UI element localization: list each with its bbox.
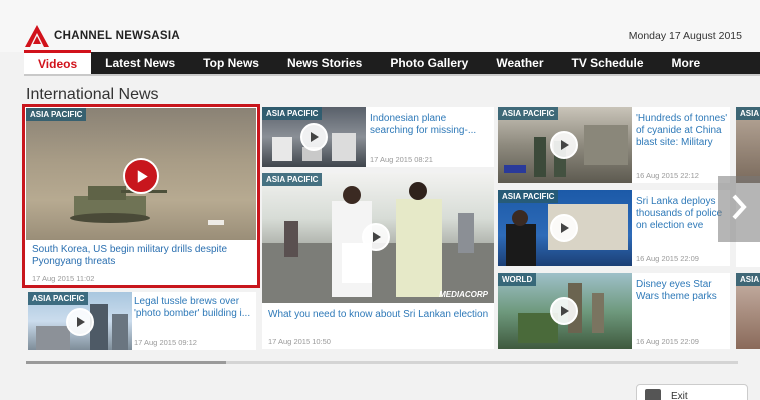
play-icon[interactable] (550, 297, 578, 325)
category-badge: ASIA PACIFIC (498, 190, 559, 203)
brand-name: CHANNEL NEWSASIA (54, 30, 180, 42)
play-icon[interactable] (66, 308, 94, 336)
video-card[interactable]: ASIA PACIFIC Indonesian plane searching … (262, 107, 494, 167)
video-title: Indonesian plane searching for missing-.… (370, 113, 477, 136)
video-title: Legal tussle brews over 'photo bomber' b… (134, 296, 251, 319)
watermark: MEDIACORP (439, 290, 488, 299)
exit-label: Exit (671, 390, 688, 400)
exit-button[interactable]: Exit (636, 384, 748, 400)
tab-weather[interactable]: Weather (482, 52, 557, 74)
video-timestamp: 17 Aug 2015 11:02 (32, 274, 95, 283)
video-card-partial[interactable]: ASIA (736, 273, 760, 349)
video-thumbnail: ASIA PACIFIC (28, 292, 132, 350)
logo: CHANNEL NEWSASIA (24, 24, 180, 48)
video-thumbnail: ASIA PACIFIC (26, 108, 256, 240)
video-thumbnail: ASIA PACIFIC MEDIACORP (262, 173, 494, 303)
play-icon[interactable] (550, 214, 578, 242)
video-card[interactable]: ASIA PACIFIC 'Hundreds of tonnes' of cya… (498, 107, 730, 183)
category-badge: ASIA PACIFIC (26, 108, 87, 121)
category-badge: WORLD (498, 273, 537, 286)
video-thumbnail: WORLD (498, 273, 632, 349)
tab-more[interactable]: More (658, 52, 715, 74)
video-thumbnail: ASIA (736, 107, 760, 183)
tab-tv-schedule[interactable]: TV Schedule (558, 52, 658, 74)
video-timestamp: 17 Aug 2015 08:21 (370, 155, 433, 164)
video-card[interactable]: WORLD Disney eyes Star Wars theme parks … (498, 273, 730, 349)
category-badge: ASIA (736, 107, 760, 120)
video-thumbnail: ASIA PACIFIC (498, 190, 632, 266)
play-icon[interactable] (300, 123, 328, 151)
video-thumbnail: ASIA PACIFIC (498, 107, 632, 183)
current-date: Monday 17 August 2015 (628, 30, 742, 42)
video-thumbnail: ASIA PACIFIC (262, 107, 366, 167)
video-title: What you need to know about Sri Lankan e… (268, 309, 489, 320)
video-timestamp: 17 Aug 2015 10:50 (268, 337, 331, 346)
tab-photo-gallery[interactable]: Photo Gallery (376, 52, 482, 74)
play-icon[interactable] (362, 223, 390, 251)
logo-mark-icon (24, 24, 50, 48)
header: CHANNEL NEWSASIA Monday 17 August 2015 (0, 0, 760, 52)
video-timestamp: 16 Aug 2015 22:09 (636, 254, 699, 263)
video-card-selected[interactable]: ASIA PACIFIC South Korea, US begin milit… (22, 104, 260, 288)
video-title: South Korea, US begin military drills de… (32, 244, 228, 267)
next-page-button[interactable] (718, 176, 760, 242)
category-badge: ASIA PACIFIC (498, 107, 559, 120)
exit-icon (645, 389, 661, 400)
scrollbar-thumb[interactable] (26, 361, 226, 364)
category-badge: ASIA PACIFIC (262, 173, 323, 186)
video-timestamp: 16 Aug 2015 22:09 (636, 337, 699, 346)
video-title: Sri Lanka deploys thousands of police on… (636, 196, 723, 231)
video-thumbnail: ASIA (736, 273, 760, 349)
play-icon[interactable] (123, 158, 159, 194)
category-badge: ASIA (736, 273, 760, 286)
tab-latest-news[interactable]: Latest News (91, 52, 189, 74)
tab-news-stories[interactable]: News Stories (273, 52, 376, 74)
video-title: 'Hundreds of tonnes' of cyanide at China… (636, 113, 728, 148)
video-timestamp: 17 Aug 2015 09:12 (134, 338, 197, 347)
horizontal-scrollbar[interactable] (26, 361, 738, 364)
category-badge: ASIA PACIFIC (28, 292, 89, 305)
video-title: Disney eyes Star Wars theme parks (636, 279, 717, 302)
video-card[interactable]: ASIA PACIFIC MEDIACORP What you need to … (262, 173, 494, 349)
main-nav: Videos Latest News Top News News Stories… (24, 50, 760, 74)
tab-top-news[interactable]: Top News (189, 52, 273, 74)
video-timestamp: 16 Aug 2015 22:12 (636, 171, 699, 180)
nav-divider (24, 74, 760, 76)
video-card[interactable]: ASIA PACIFIC Sri Lanka deploys thousands… (498, 190, 730, 266)
category-badge: ASIA PACIFIC (262, 107, 323, 120)
section-title: International News (26, 86, 159, 103)
play-icon[interactable] (550, 131, 578, 159)
chevron-right-icon (731, 194, 747, 225)
video-card[interactable]: ASIA PACIFIC Legal tussle brews over 'ph… (28, 292, 256, 350)
tab-videos[interactable]: Videos (24, 50, 92, 74)
